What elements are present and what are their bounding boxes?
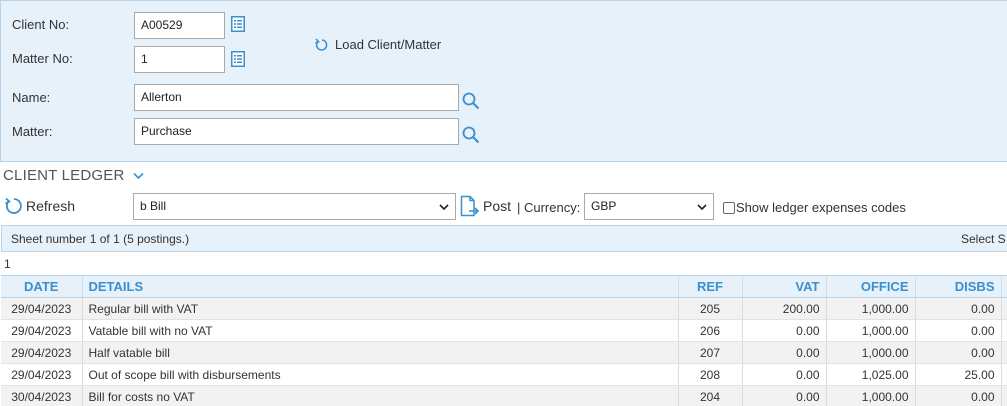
cell-office: 1,025.00	[826, 363, 916, 386]
cell-date: 29/04/2023	[1, 341, 83, 364]
table-row[interactable]: 30/04/2023 Bill for costs no VAT 204 0.0…	[1, 385, 1007, 406]
cell-details: Vatable bill with no VAT	[82, 319, 679, 342]
name-input[interactable]: Allerton	[134, 84, 459, 111]
page-number-link[interactable]: 1	[4, 257, 11, 271]
show-expenses-label: Show ledger expenses codes	[736, 200, 906, 215]
client-ledger-header[interactable]: CLIENT LEDGER	[3, 167, 144, 184]
reload-icon	[315, 37, 328, 51]
cell-office: 1,000.00	[826, 385, 916, 406]
cell-disbs: 0.00	[915, 297, 1002, 320]
cell-disbs: 0.00	[915, 341, 1002, 364]
cell-vat: 0.00	[742, 341, 827, 364]
load-client-matter-button[interactable]: Load Client/Matter	[315, 37, 441, 52]
cell-office: 1,000.00	[826, 297, 916, 320]
refresh-icon	[5, 197, 22, 214]
matter-search-icon[interactable]	[462, 126, 480, 144]
cell-overflow	[1001, 341, 1007, 364]
cell-vat: 0.00	[742, 363, 827, 386]
section-title: CLIENT LEDGER	[3, 167, 125, 184]
refresh-button[interactable]: Refresh	[4, 196, 75, 216]
client-matter-panel: Client No: A00529 Matter No: 1 Load Clie…	[0, 0, 1007, 162]
cell-vat: 200.00	[742, 297, 827, 320]
client-list-icon[interactable]	[231, 16, 245, 32]
cell-overflow	[1001, 319, 1007, 342]
table-row[interactable]: 29/04/2023 Vatable bill with no VAT 206 …	[1, 319, 1007, 342]
sheet-info-bar: Sheet number 1 of 1 (5 postings.) Select…	[1, 225, 1007, 252]
column-header-disbs[interactable]: DISBS	[915, 275, 1002, 298]
matter-input[interactable]: Purchase	[134, 118, 459, 145]
cell-office: 1,000.00	[826, 341, 916, 364]
cell-vat: 0.00	[742, 385, 827, 406]
cell-vat: 0.00	[742, 319, 827, 342]
client-no-input[interactable]: A00529	[134, 12, 225, 39]
cell-ref: 205	[678, 297, 743, 320]
refresh-label: Refresh	[26, 198, 76, 214]
chevron-down-icon[interactable]	[132, 172, 144, 180]
cell-date: 29/04/2023	[1, 319, 83, 342]
matter-list-icon[interactable]	[231, 51, 245, 67]
show-expenses-checkbox[interactable]	[723, 202, 735, 214]
client-no-label: Client No:	[12, 17, 70, 32]
cell-disbs: 0.00	[915, 319, 1002, 342]
matter-no-label: Matter No:	[12, 51, 73, 66]
show-expenses-toggle[interactable]: Show ledger expenses codes	[723, 200, 906, 215]
post-button[interactable]: Post	[460, 195, 511, 217]
matter-label: Matter:	[12, 124, 53, 139]
cell-ref: 208	[678, 363, 743, 386]
chevron-down-icon	[439, 204, 449, 211]
cell-details: Regular bill with VAT	[82, 297, 679, 320]
cell-details: Bill for costs no VAT	[82, 385, 679, 406]
cell-date: 29/04/2023	[1, 297, 83, 320]
select-sheet-label[interactable]: Select S	[961, 232, 1006, 246]
cell-office: 1,000.00	[826, 319, 916, 342]
matter-no-input[interactable]: 1	[134, 46, 225, 73]
cell-overflow	[1001, 385, 1007, 406]
column-header-office[interactable]: OFFICE	[826, 275, 916, 298]
load-client-matter-label: Load Client/Matter	[335, 37, 442, 52]
column-header-details[interactable]: DETAILS	[82, 275, 679, 298]
currency-label: | Currency:	[517, 200, 581, 215]
post-label: Post	[483, 198, 512, 214]
cell-overflow	[1001, 363, 1007, 386]
posting-type-value: b Bill	[140, 199, 167, 213]
ledger-header-row: DATE DETAILS REF VAT OFFICE DISBS	[1, 275, 1007, 298]
table-row[interactable]: 29/04/2023 Out of scope bill with disbur…	[1, 363, 1007, 386]
cell-details: Out of scope bill with disbursements	[82, 363, 679, 386]
name-label: Name:	[12, 90, 51, 105]
currency-select[interactable]: GBP	[584, 193, 714, 220]
cell-ref: 204	[678, 385, 743, 406]
column-header-vat[interactable]: VAT	[742, 275, 827, 298]
cell-overflow	[1001, 297, 1007, 320]
name-search-icon[interactable]	[462, 92, 480, 110]
column-header-ref[interactable]: REF	[678, 275, 743, 298]
cell-disbs: 0.00	[915, 385, 1002, 406]
chevron-down-icon	[697, 204, 707, 211]
column-header-date[interactable]: DATE	[1, 275, 83, 298]
cell-ref: 206	[678, 319, 743, 342]
table-row[interactable]: 29/04/2023 Half vatable bill 207 0.00 1,…	[1, 341, 1007, 364]
ledger-table: DATE DETAILS REF VAT OFFICE DISBS 29/04/…	[1, 275, 1007, 406]
sheet-info: Sheet number 1 of 1 (5 postings.)	[11, 232, 190, 246]
column-header-overflow	[1001, 275, 1007, 298]
posting-type-select[interactable]: b Bill	[133, 193, 456, 220]
post-document-icon	[460, 195, 480, 217]
cell-ref: 207	[678, 341, 743, 364]
cell-date: 29/04/2023	[1, 363, 83, 386]
cell-date: 30/04/2023	[1, 385, 83, 406]
cell-details: Half vatable bill	[82, 341, 679, 364]
currency-value: GBP	[591, 199, 617, 213]
cell-disbs: 25.00	[915, 363, 1002, 386]
table-row[interactable]: 29/04/2023 Regular bill with VAT 205 200…	[1, 297, 1007, 320]
